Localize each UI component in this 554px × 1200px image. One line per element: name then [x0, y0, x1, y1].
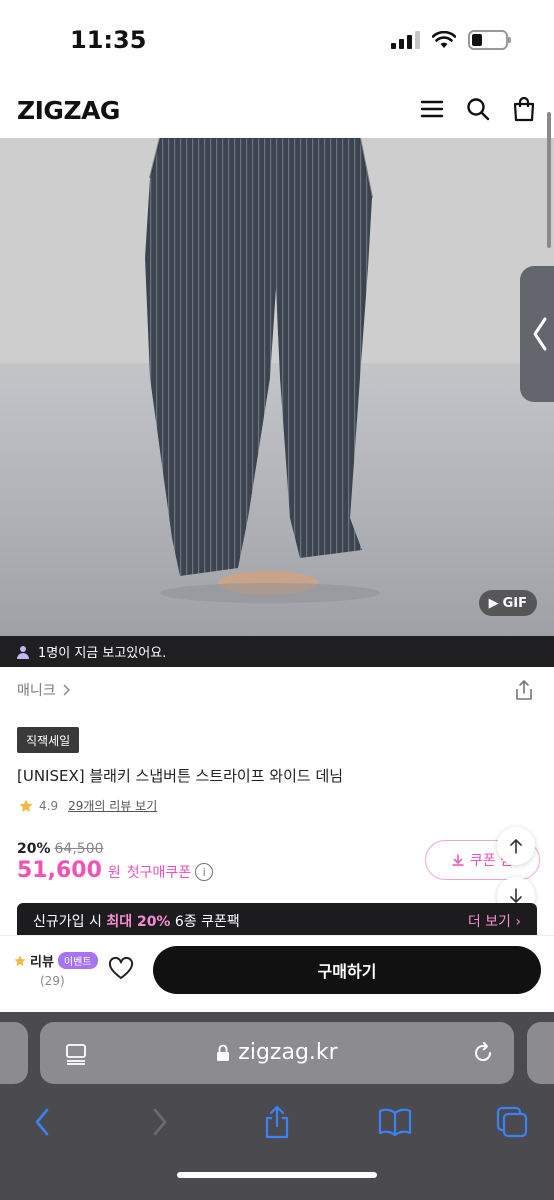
star-icon — [19, 799, 33, 812]
book-icon — [378, 1108, 412, 1136]
play-icon: ▶ — [488, 595, 499, 611]
address-bar[interactable]: zigzag.kr — [40, 1022, 514, 1084]
tabs-button[interactable] — [492, 1102, 532, 1142]
status-bar: 11:35 — [0, 0, 554, 80]
rating-value: 4.9 — [39, 798, 59, 813]
product-title: [UNISEX] 블래키 스냅버튼 스트라이프 와이드 데님 — [17, 767, 344, 785]
download-icon — [452, 854, 464, 866]
original-price: 64,500 — [54, 841, 104, 857]
product-photo — [0, 138, 554, 636]
purchase-bar: 리뷰 이벤트 (29) 구매하기 — [0, 935, 554, 1013]
price-row: 51,600 원 첫구매쿠폰 i — [17, 858, 214, 883]
chevron-right-icon — [153, 1108, 167, 1136]
lock-icon — [217, 1044, 230, 1061]
promo-text: 신규가입 시 최대 20% 6종 쿠폰팩 — [33, 911, 240, 931]
wifi-icon — [432, 31, 456, 48]
review-count: (29) — [40, 974, 65, 988]
promo-more-label: 더 보기 — [467, 914, 511, 930]
share-icon[interactable] — [513, 679, 535, 701]
sale-price: 51,600 — [17, 858, 102, 883]
review-summary[interactable]: 리뷰 이벤트 (29) — [14, 951, 100, 988]
share-icon — [265, 1105, 289, 1139]
signal-icon — [391, 31, 420, 49]
rating-row: 4.9 29개의 리뷰 보기 — [19, 797, 157, 814]
scroll-up-button[interactable] — [497, 827, 535, 865]
coupon-label-text: 첫구매쿠폰 — [126, 865, 192, 881]
app-header: ZIGZAG — [0, 80, 554, 138]
info-icon[interactable]: i — [195, 863, 214, 881]
buy-button[interactable]: 구매하기 — [153, 946, 541, 994]
review-line: 리뷰 이벤트 — [14, 951, 100, 970]
star-icon — [14, 954, 26, 966]
search-icon[interactable] — [465, 96, 491, 122]
discount-row: 20% 64,500 — [17, 841, 104, 857]
next-tab-peek[interactable] — [527, 1022, 554, 1084]
chevron-left-icon — [533, 317, 547, 351]
live-viewer-notice: 1명이 지금 보고있어요. — [0, 636, 554, 667]
direct-sale-badge: 직잭세일 — [17, 727, 80, 753]
arrow-up-icon — [510, 839, 522, 854]
brand-link[interactable]: 매니크 — [17, 680, 70, 700]
url-display: zigzag.kr — [40, 1040, 514, 1065]
viewer-text: 1명이 지금 보고있어요. — [38, 646, 167, 661]
menu-icon[interactable] — [419, 96, 445, 122]
heart-icon[interactable] — [108, 956, 134, 982]
reload-icon[interactable] — [471, 1041, 495, 1065]
currency-unit: 원 — [107, 865, 121, 881]
person-icon — [17, 645, 29, 659]
first-purchase-coupon: 첫구매쿠폰 i — [126, 862, 214, 882]
promo-text-prefix: 신규가입 시 — [33, 914, 107, 930]
tabs-icon — [496, 1106, 528, 1138]
page-scrollbar[interactable] — [547, 112, 551, 248]
promo-text-suffix: 6종 쿠폰팩 — [170, 914, 240, 930]
home-indicator[interactable] — [177, 1172, 377, 1178]
chevron-right-icon — [63, 684, 70, 696]
status-icons — [391, 30, 511, 50]
bookmarks-button[interactable] — [375, 1102, 415, 1142]
url-text: zigzag.kr — [238, 1040, 338, 1065]
product-image[interactable]: ▶ GIF — [0, 138, 554, 636]
side-collapse-tab[interactable] — [520, 266, 554, 402]
battery-icon — [468, 30, 511, 50]
shopping-bag-icon[interactable] — [511, 96, 537, 122]
forward-button[interactable] — [140, 1102, 180, 1142]
signup-promo-banner[interactable]: 신규가입 시 최대 20% 6종 쿠폰팩 더 보기 › — [17, 903, 537, 939]
previous-tab-peek[interactable] — [0, 1022, 28, 1084]
browser-nav-row — [0, 1102, 554, 1142]
review-label: 리뷰 — [30, 955, 54, 970]
share-button[interactable] — [257, 1102, 297, 1142]
event-badge: 이벤트 — [57, 952, 98, 969]
gif-badge[interactable]: ▶ GIF — [478, 590, 537, 616]
chevron-left-icon — [35, 1108, 49, 1136]
promo-more-link[interactable]: 더 보기 › — [468, 911, 521, 931]
promo-highlight: 최대 20% — [106, 914, 171, 930]
review-link[interactable]: 29개의 리뷰 보기 — [68, 797, 157, 814]
gif-label: GIF — [502, 595, 527, 611]
zigzag-logo[interactable]: ZIGZAG — [17, 96, 120, 125]
discount-rate: 20% — [17, 841, 51, 857]
brand-name: 매니크 — [17, 683, 56, 699]
back-button[interactable] — [22, 1102, 62, 1142]
status-time: 11:35 — [70, 26, 147, 54]
arrow-down-icon — [510, 888, 522, 903]
